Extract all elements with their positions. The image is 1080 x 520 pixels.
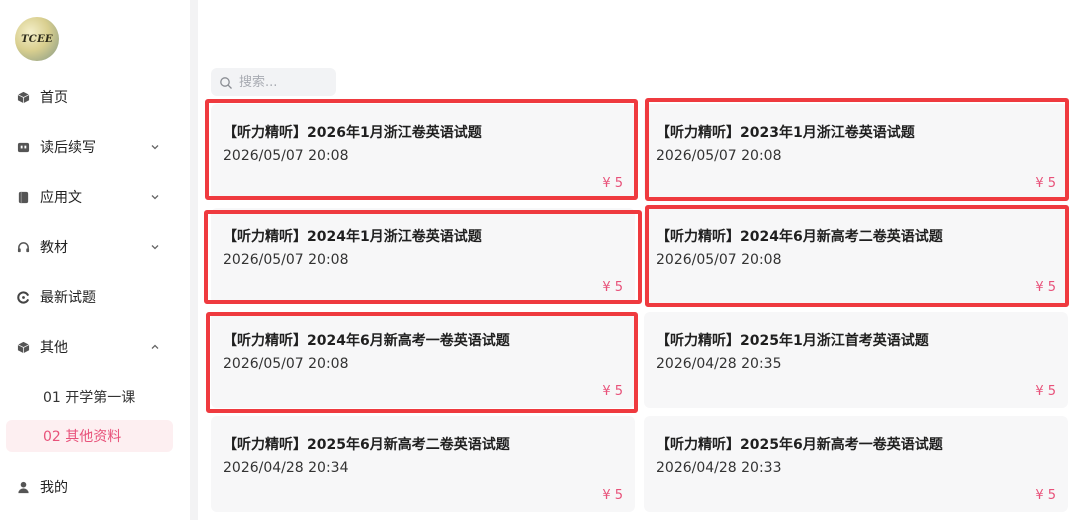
chevron-down-icon[interactable] xyxy=(148,140,162,154)
sidebar-subitem-first-lesson[interactable]: 01 开学第一课 xyxy=(6,381,173,413)
card-price: ¥ 5 xyxy=(602,280,623,295)
chevron-up-icon[interactable] xyxy=(148,340,162,354)
user-icon xyxy=(16,480,30,494)
card-price: ¥ 5 xyxy=(1035,384,1056,399)
search-input[interactable] xyxy=(239,72,331,92)
refresh-icon xyxy=(16,290,30,304)
card-date: 2026/04/28 20:35 xyxy=(656,356,782,372)
card-5[interactable]: 【听力精听】2025年1月浙江首考英语试题 2026/04/28 20:35 ¥… xyxy=(644,312,1068,408)
card-4[interactable]: 【听力精听】2024年6月新高考一卷英语试题 2026/05/07 20:08 … xyxy=(211,312,635,408)
sidebar: TCEE 首页 读后续写 应用文 教材 最新试题 其他 01 开学第一课 02 … xyxy=(0,0,190,520)
sidebar-item-textbooks[interactable]: 教材 xyxy=(0,227,190,267)
card-1[interactable]: 【听力精听】2023年1月浙江卷英语试题 2026/05/07 20:08 ¥ … xyxy=(644,104,1068,200)
sidebar-subitem-label: 02 其他资料 xyxy=(43,429,122,445)
sidebar-item-label: 首页 xyxy=(40,90,68,106)
card-title: 【听力精听】2024年1月浙江卷英语试题 xyxy=(223,229,482,245)
avatar[interactable]: TCEE xyxy=(15,17,59,61)
search-icon xyxy=(219,75,233,89)
card-date: 2026/05/07 20:08 xyxy=(223,148,349,164)
card-title: 【听力精听】2025年1月浙江首考英语试题 xyxy=(656,333,929,349)
card-title: 【听力精听】2025年6月新高考一卷英语试题 xyxy=(656,437,943,453)
sidebar-subitem-other-materials[interactable]: 02 其他资料 xyxy=(6,420,173,452)
card-date: 2026/05/07 20:08 xyxy=(656,252,782,268)
sidebar-item-practical-writing[interactable]: 应用文 xyxy=(0,177,190,217)
sidebar-item-label: 其他 xyxy=(40,340,68,356)
sidebar-item-label: 我的 xyxy=(40,480,68,496)
card-date: 2026/05/07 20:08 xyxy=(223,252,349,268)
cube-icon xyxy=(16,90,30,104)
search-box[interactable] xyxy=(211,68,336,96)
sidebar-item-home[interactable]: 首页 xyxy=(0,77,190,117)
document-icon xyxy=(16,190,30,204)
card-2[interactable]: 【听力精听】2024年1月浙江卷英语试题 2026/05/07 20:08 ¥ … xyxy=(211,208,635,304)
sidebar-item-latest-exams[interactable]: 最新试题 xyxy=(0,277,190,317)
sidebar-item-label: 应用文 xyxy=(40,190,82,206)
cube-icon xyxy=(16,340,30,354)
card-price: ¥ 5 xyxy=(602,176,623,191)
chevron-down-icon[interactable] xyxy=(148,240,162,254)
sidebar-item-mine[interactable]: 我的 xyxy=(0,467,190,507)
sidebar-item-label: 最新试题 xyxy=(40,290,96,306)
card-title: 【听力精听】2025年6月新高考二卷英语试题 xyxy=(223,437,510,453)
main-content: 【听力精听】2026年1月浙江卷英语试题 2026/05/07 20:08 ¥ … xyxy=(198,0,1080,520)
chevron-down-icon[interactable] xyxy=(148,190,162,204)
card-date: 2026/04/28 20:33 xyxy=(656,460,782,476)
card-6[interactable]: 【听力精听】2025年6月新高考二卷英语试题 2026/04/28 20:34 … xyxy=(211,416,635,512)
sidebar-item-label: 教材 xyxy=(40,240,68,256)
card-0[interactable]: 【听力精听】2026年1月浙江卷英语试题 2026/05/07 20:08 ¥ … xyxy=(211,104,635,200)
sidebar-item-others[interactable]: 其他 xyxy=(0,327,190,367)
card-price: ¥ 5 xyxy=(602,384,623,399)
sidebar-item-continuation-writing[interactable]: 读后续写 xyxy=(0,127,190,167)
card-price: ¥ 5 xyxy=(602,488,623,503)
card-3[interactable]: 【听力精听】2024年6月新高考二卷英语试题 2026/05/07 20:08 … xyxy=(644,208,1068,304)
avatar-text: TCEE xyxy=(21,33,53,45)
book-icon xyxy=(16,140,30,154)
sidebar-divider xyxy=(190,0,198,520)
card-title: 【听力精听】2024年6月新高考一卷英语试题 xyxy=(223,333,510,349)
headphones-icon xyxy=(16,240,30,254)
sidebar-item-label: 读后续写 xyxy=(40,140,96,156)
card-7[interactable]: 【听力精听】2025年6月新高考一卷英语试题 2026/04/28 20:33 … xyxy=(644,416,1068,512)
card-date: 2026/04/28 20:34 xyxy=(223,460,349,476)
sidebar-subitem-label: 01 开学第一课 xyxy=(43,390,136,406)
card-date: 2026/05/07 20:08 xyxy=(656,148,782,164)
card-price: ¥ 5 xyxy=(1035,176,1056,191)
card-title: 【听力精听】2023年1月浙江卷英语试题 xyxy=(656,125,915,141)
card-price: ¥ 5 xyxy=(1035,280,1056,295)
card-price: ¥ 5 xyxy=(1035,488,1056,503)
card-date: 2026/05/07 20:08 xyxy=(223,356,349,372)
card-title: 【听力精听】2026年1月浙江卷英语试题 xyxy=(223,125,482,141)
card-title: 【听力精听】2024年6月新高考二卷英语试题 xyxy=(656,229,943,245)
